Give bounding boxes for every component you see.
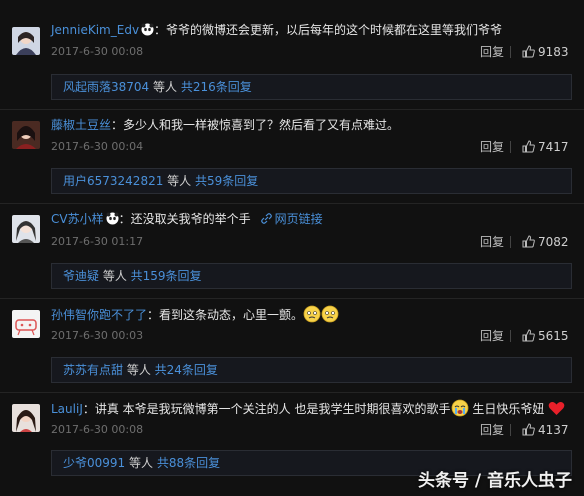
- sub-reply-count[interactable]: 共59条回复: [195, 174, 258, 188]
- reply-button[interactable]: 回复: [480, 140, 504, 154]
- sub-reply-count[interactable]: 共216条回复: [181, 80, 252, 94]
- like-button[interactable]: 9183: [522, 45, 569, 59]
- comment-item: JennieKim_Edv ：爷爷的微博还会更新，以后每年的这个时候都在这里等我们…: [0, 0, 584, 100]
- comment-item: CV苏小样 ：还没取关我爷的举个手 网页链接 2017-6-30 01:17 回复 …: [0, 190, 584, 289]
- action-separator: [510, 46, 511, 58]
- sub-reply-mid: 等人: [123, 363, 155, 377]
- sub-reply-user[interactable]: 用户6573242821: [63, 174, 163, 188]
- watermark: 头条号 / 音乐人虫子: [417, 471, 572, 491]
- comment-text-line: 孙伟智你跑不了了：看到这条动态，心里一颤。: [51, 305, 574, 327]
- username-link[interactable]: 孙伟智你跑不了了: [51, 308, 147, 322]
- comment-date: 2017-6-30 00:04: [51, 140, 144, 153]
- username-link[interactable]: CV苏小样: [51, 212, 104, 226]
- sub-reply-mid: 等人: [125, 456, 157, 470]
- thumbs-up-icon: [522, 329, 535, 342]
- sub-reply-user[interactable]: 风起雨落38704: [63, 80, 149, 94]
- comment-text: ：爷爷的微博还会更新，以后每年的这个时候都在这里等我们爷爷: [154, 23, 503, 37]
- avatar[interactable]: [12, 121, 40, 149]
- avatar[interactable]: [12, 27, 40, 55]
- sub-reply-count[interactable]: 共24条回复: [155, 363, 218, 377]
- like-count: 4137: [538, 423, 569, 437]
- crying-face-emoji-icon: [451, 399, 469, 421]
- like-count: 9183: [538, 45, 569, 59]
- comment-text-line: 藤椒土豆丝：多少人和我一样被惊喜到了？然后看了又有点难过。: [51, 117, 574, 133]
- comment-date: 2017-6-30 00:08: [51, 423, 144, 436]
- panda-emoji-icon: [106, 212, 119, 225]
- avatar[interactable]: [12, 215, 40, 243]
- comment-text-tail: 生日快乐爷妞: [468, 402, 549, 416]
- sub-reply-user[interactable]: 少爷00991: [63, 456, 125, 470]
- like-button[interactable]: 7082: [522, 235, 569, 249]
- thumbs-up-icon: [522, 423, 535, 436]
- action-separator: [510, 236, 511, 248]
- like-button[interactable]: 4137: [522, 423, 569, 437]
- avatar[interactable]: [12, 404, 40, 432]
- sub-reply-mid: 等人: [149, 80, 181, 94]
- like-count: 7417: [538, 140, 569, 154]
- username-link[interactable]: LauliJ: [51, 402, 83, 416]
- panda-emoji-icon: [141, 23, 154, 36]
- like-count: 7082: [538, 235, 569, 249]
- web-link-label: 网页链接: [274, 212, 323, 226]
- comment-text: ：看到这条动态，心里一颤。: [147, 308, 304, 322]
- comment-text: ：讲真 本爷是我玩微博第一个关注的人 也是我学生时期很喜欢的歌手: [82, 402, 451, 416]
- comment-item: 藤椒土豆丝：多少人和我一样被惊喜到了？然后看了又有点难过。 2017-6-30 …: [0, 95, 584, 194]
- sub-reply-user[interactable]: 爷迪疑: [63, 269, 99, 283]
- thumbs-up-icon: [522, 235, 535, 248]
- comment-text: ：还没取关我爷的举个手: [118, 212, 251, 226]
- action-separator: [510, 424, 511, 436]
- heart-icon: [548, 401, 565, 420]
- avatar-image: [12, 121, 40, 149]
- avatar[interactable]: [12, 310, 40, 338]
- comment-text-line: LauliJ：讲真 本爷是我玩微博第一个关注的人 也是我学生时期很喜欢的歌手 生…: [51, 399, 574, 421]
- comment-text-line: JennieKim_Edv ：爷爷的微博还会更新，以后每年的这个时候都在这里等我们…: [51, 22, 574, 38]
- avatar-image: [12, 310, 40, 338]
- sub-reply-count[interactable]: 共88条回复: [157, 456, 220, 470]
- comment-item: 孙伟智你跑不了了：看到这条动态，心里一颤。 2017-6-30 00:03 回复…: [0, 284, 584, 383]
- sub-reply-mid: 等人: [99, 269, 131, 283]
- comment-date: 2017-6-30 00:03: [51, 329, 144, 342]
- reply-button[interactable]: 回复: [480, 45, 504, 59]
- comment-item: LauliJ：讲真 本爷是我玩微博第一个关注的人 也是我学生时期很喜欢的歌手 生…: [0, 378, 584, 476]
- sub-reply-user[interactable]: 苏苏有点甜: [63, 363, 123, 377]
- thumbs-up-icon: [522, 140, 535, 153]
- sad-face-emoji-icon: [303, 305, 339, 327]
- reply-button[interactable]: 回复: [480, 329, 504, 343]
- like-count: 5615: [538, 329, 569, 343]
- sub-reply-count[interactable]: 共159条回复: [131, 269, 202, 283]
- like-button[interactable]: 5615: [522, 329, 569, 343]
- sub-reply-mid: 等人: [163, 174, 195, 188]
- link-icon: [260, 213, 272, 224]
- comment-date: 2017-6-30 00:08: [51, 45, 144, 58]
- thumbs-up-icon: [522, 45, 535, 58]
- like-button[interactable]: 7417: [522, 140, 569, 154]
- avatar-image: [12, 27, 40, 55]
- reply-button[interactable]: 回复: [480, 235, 504, 249]
- web-link[interactable]: 网页链接: [260, 212, 323, 226]
- comment-date: 2017-6-30 01:17: [51, 235, 144, 248]
- reply-button[interactable]: 回复: [480, 423, 504, 437]
- avatar-image: [12, 215, 40, 243]
- username-link[interactable]: JennieKim_Edv: [51, 23, 139, 37]
- action-separator: [510, 141, 511, 153]
- partial-hearts-icon: [214, 489, 254, 496]
- username-link[interactable]: 藤椒土豆丝: [51, 118, 111, 132]
- comment-text: ：多少人和我一样被惊喜到了？然后看了又有点难过。: [111, 118, 400, 132]
- avatar-image: [12, 404, 40, 432]
- comment-text-line: CV苏小样 ：还没取关我爷的举个手 网页链接: [51, 211, 574, 227]
- action-separator: [510, 330, 511, 342]
